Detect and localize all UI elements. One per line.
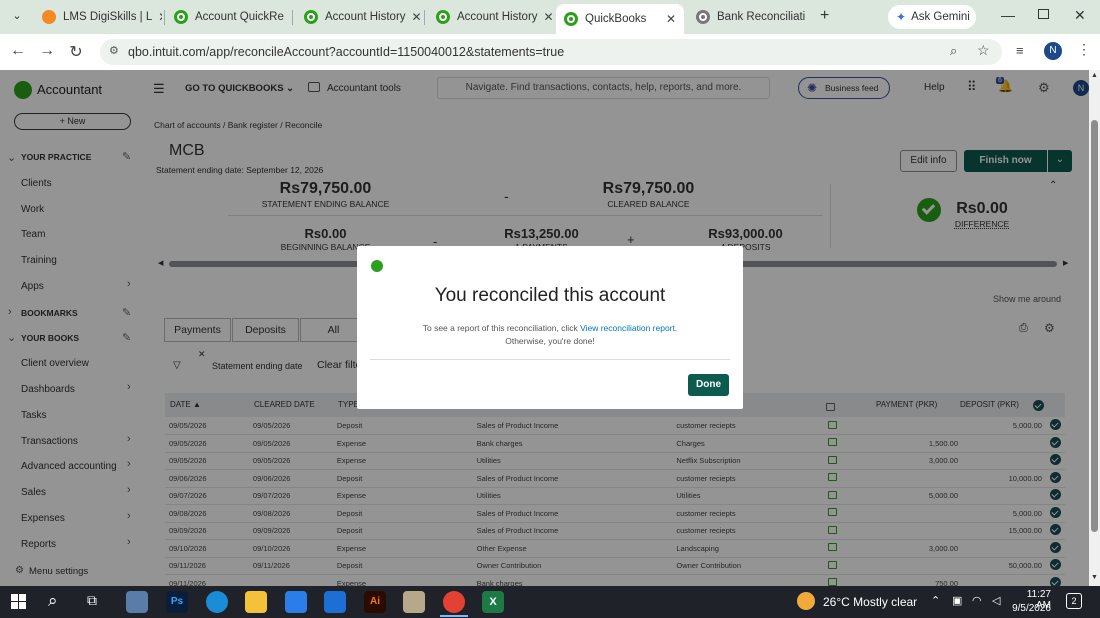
browser-tab-account-history-1[interactable]: Account History ✕: [296, 4, 422, 30]
ask-gemini-button[interactable]: ✦ Ask Gemini: [888, 5, 976, 29]
tab-search-icon[interactable]: ⌄: [8, 9, 26, 25]
quickbooks-favicon-icon: [174, 10, 188, 24]
notification-center-icon[interactable]: 2: [1066, 593, 1082, 609]
page-scrollbar[interactable]: ▲ ▼: [1089, 70, 1100, 586]
browser-menu-icon[interactable]: ⋮: [1077, 41, 1091, 58]
windows-start-icon[interactable]: [11, 594, 26, 609]
quickbooks-favicon-icon: [436, 10, 450, 24]
taskbar-app-store-icon[interactable]: [126, 591, 148, 613]
active-app-indicator: [440, 615, 468, 617]
url-text[interactable]: qbo.intuit.com/app/reconcileAccount?acco…: [128, 45, 564, 59]
tab-separator: [424, 10, 425, 25]
quickbooks-favicon-icon: [304, 10, 318, 24]
done-button[interactable]: Done: [688, 374, 729, 396]
reload-icon[interactable]: ↻: [66, 42, 86, 62]
wifi-icon[interactable]: ◠: [972, 594, 982, 607]
task-view-icon[interactable]: ⧉: [87, 592, 97, 609]
tray-device-icon[interactable]: ▣: [952, 594, 962, 607]
scrollbar-thumb[interactable]: [1091, 120, 1098, 532]
browser-tab-lms[interactable]: LMS DigiSkills | L ✕: [34, 4, 162, 30]
taskbar-search-icon[interactable]: ⌕: [48, 591, 58, 611]
photoshop-icon[interactable]: Ps: [166, 591, 188, 613]
restore-window-icon[interactable]: [1038, 9, 1049, 19]
file-explorer-icon[interactable]: [245, 591, 267, 613]
close-tab-icon[interactable]: ✕: [660, 12, 676, 26]
clock-date[interactable]: 9/5/2026: [1011, 603, 1051, 614]
browser-toolbar: ← → ↻ ⚙ qbo.intuit.com/app/reconcileAcco…: [0, 34, 1100, 70]
volume-icon[interactable]: ◁: [992, 594, 1000, 607]
lms-favicon-icon: [42, 10, 56, 24]
new-tab-plus-icon[interactable]: +: [820, 7, 829, 25]
media-control-icon[interactable]: ≡: [1016, 43, 1024, 58]
scroll-down-arrow-icon[interactable]: ▼: [1091, 574, 1098, 581]
close-tab-icon[interactable]: ✕: [152, 10, 162, 24]
close-tab-icon[interactable]: ✕: [284, 10, 291, 24]
tray-chevron-up-icon[interactable]: ⌃: [931, 594, 940, 607]
excel-icon[interactable]: X: [482, 591, 504, 613]
view-reconciliation-report-link[interactable]: View reconciliation report: [580, 323, 675, 333]
site-info-icon[interactable]: ⚙: [109, 44, 119, 57]
browser-tab-quickbooks[interactable]: QuickBooks ✕: [556, 4, 684, 34]
back-arrow-icon[interactable]: ←: [8, 42, 28, 60]
browser-tab-strip: ⌄ LMS DigiSkills | L ✕ Account QuickRe ✕…: [0, 0, 1100, 34]
weather-moon-icon: [797, 592, 815, 610]
tab-separator: [292, 10, 293, 25]
windows-taskbar: ⌕ ⧉ Ps Ai X 26°C Mostly clear ⌃ ▣ ◠ ◁ 11…: [0, 586, 1100, 618]
close-tab-icon[interactable]: ✕: [805, 10, 812, 24]
dialog-title: You reconciled this account: [434, 285, 666, 306]
weather-text[interactable]: 26°C Mostly clear: [823, 595, 917, 609]
reconciled-dialog: You reconciled this account To see a rep…: [357, 246, 743, 409]
close-tab-icon[interactable]: ✕: [406, 10, 422, 24]
minimize-window-icon[interactable]: —: [1001, 7, 1015, 23]
quickbooks-favicon-icon: [564, 12, 578, 26]
illustrator-icon[interactable]: Ai: [364, 591, 386, 613]
close-tab-icon[interactable]: ✕: [538, 10, 554, 24]
chrome-icon[interactable]: [443, 591, 465, 613]
close-window-icon[interactable]: ✕: [1074, 7, 1086, 24]
browser-tab-account-quickreport[interactable]: Account QuickRe ✕: [166, 4, 290, 30]
edge-browser-icon[interactable]: [206, 591, 228, 613]
taskbar-app-icon[interactable]: [403, 591, 425, 613]
profile-avatar[interactable]: N: [1044, 42, 1062, 60]
browser-tab-account-history-2[interactable]: Account History ✕: [428, 4, 554, 30]
scroll-up-arrow-icon[interactable]: ▲: [1091, 72, 1098, 79]
browser-tab-bank-reconciliation[interactable]: Bank Reconciliati ✕: [688, 4, 812, 30]
dialog-divider: [370, 359, 730, 360]
forward-arrow-icon[interactable]: →: [37, 42, 57, 60]
microsoft-store-icon[interactable]: [285, 591, 307, 613]
zoom-icon[interactable]: ⌕: [950, 43, 957, 59]
success-dot-icon: [371, 260, 383, 272]
outlook-icon[interactable]: [324, 591, 346, 613]
globe-favicon-icon: [696, 10, 710, 24]
gemini-sparkle-icon: ✦: [896, 10, 907, 24]
address-bar[interactable]: ⚙ qbo.intuit.com/app/reconcileAccount?ac…: [100, 39, 1002, 65]
bookmark-star-icon[interactable]: ☆: [977, 42, 990, 59]
dialog-message: To see a report of this reconciliation, …: [422, 323, 678, 346]
tab-separator: [164, 10, 165, 25]
